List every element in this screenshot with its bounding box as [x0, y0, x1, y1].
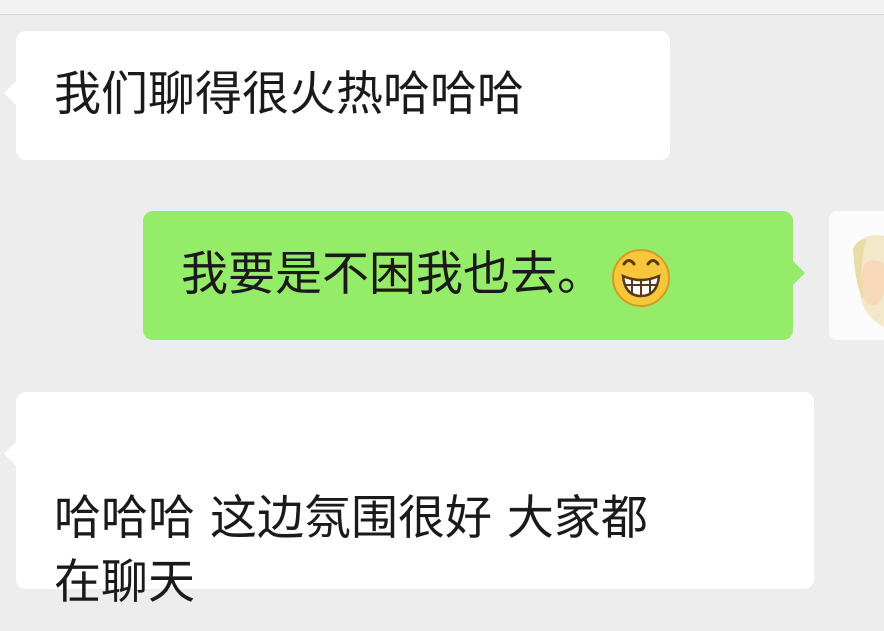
incoming-message-bubble[interactable]: 我们聊得很火热哈哈哈	[4, 31, 670, 160]
outgoing-message-bubble[interactable]: 我要是不困我也去。	[143, 211, 805, 340]
incoming-message-bubble[interactable]: 哈哈哈 这边氛围很好 大家都 在聊天	[4, 392, 814, 610]
grinning-face-icon	[610, 247, 672, 309]
message-text: 我们聊得很火热哈哈哈	[54, 67, 524, 122]
message-text: 哈哈哈 这边氛围很好 大家都 在聊天	[54, 491, 648, 610]
message-text: 我要是不困我也去。	[181, 247, 604, 302]
top-divider	[0, 0, 884, 15]
user-avatar[interactable]	[829, 211, 884, 340]
